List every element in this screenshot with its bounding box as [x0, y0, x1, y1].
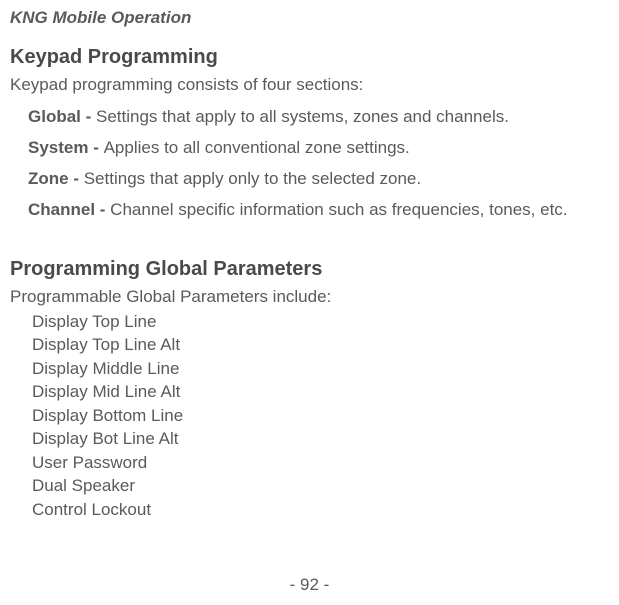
- section2-intro: Programmable Global Parameters include:: [10, 287, 609, 307]
- section-global-params: Programming Global Parameters Programmab…: [10, 258, 609, 521]
- chapter-title: KNG Mobile Operation: [10, 8, 609, 28]
- param-list: Display Top Line Display Top Line Alt Di…: [10, 310, 609, 521]
- page-number: - 92 -: [0, 575, 619, 595]
- param-item: Display Top Line: [32, 310, 609, 333]
- definition-term: System -: [28, 138, 104, 157]
- param-item: Display Mid Line Alt: [32, 380, 609, 403]
- definition-list: Global - Settings that apply to all syst…: [10, 107, 609, 220]
- section1-intro: Keypad programming consists of four sect…: [10, 75, 609, 95]
- param-item: Display Middle Line: [32, 357, 609, 380]
- definition-item: Global - Settings that apply to all syst…: [28, 107, 609, 127]
- definition-term: Zone -: [28, 169, 84, 188]
- definition-item: Zone - Settings that apply only to the s…: [28, 169, 609, 189]
- definition-term: Channel -: [28, 200, 110, 219]
- param-item: Control Lockout: [32, 498, 609, 521]
- section-heading-global: Programming Global Parameters: [10, 258, 609, 281]
- param-item: Dual Speaker: [32, 474, 609, 497]
- param-item: Display Top Line Alt: [32, 333, 609, 356]
- definition-desc: Channel specific information such as fre…: [110, 200, 567, 219]
- definition-item: System - Applies to all conventional zon…: [28, 138, 609, 158]
- section-heading-keypad: Keypad Programming: [10, 46, 609, 69]
- param-item: User Password: [32, 451, 609, 474]
- definition-item: Channel - Channel specific information s…: [28, 200, 609, 220]
- definition-desc: Settings that apply only to the selected…: [84, 169, 421, 188]
- definition-term: Global -: [28, 107, 96, 126]
- param-item: Display Bottom Line: [32, 404, 609, 427]
- definition-desc: Settings that apply to all systems, zone…: [96, 107, 509, 126]
- param-item: Display Bot Line Alt: [32, 427, 609, 450]
- definition-desc: Applies to all conventional zone setting…: [104, 138, 410, 157]
